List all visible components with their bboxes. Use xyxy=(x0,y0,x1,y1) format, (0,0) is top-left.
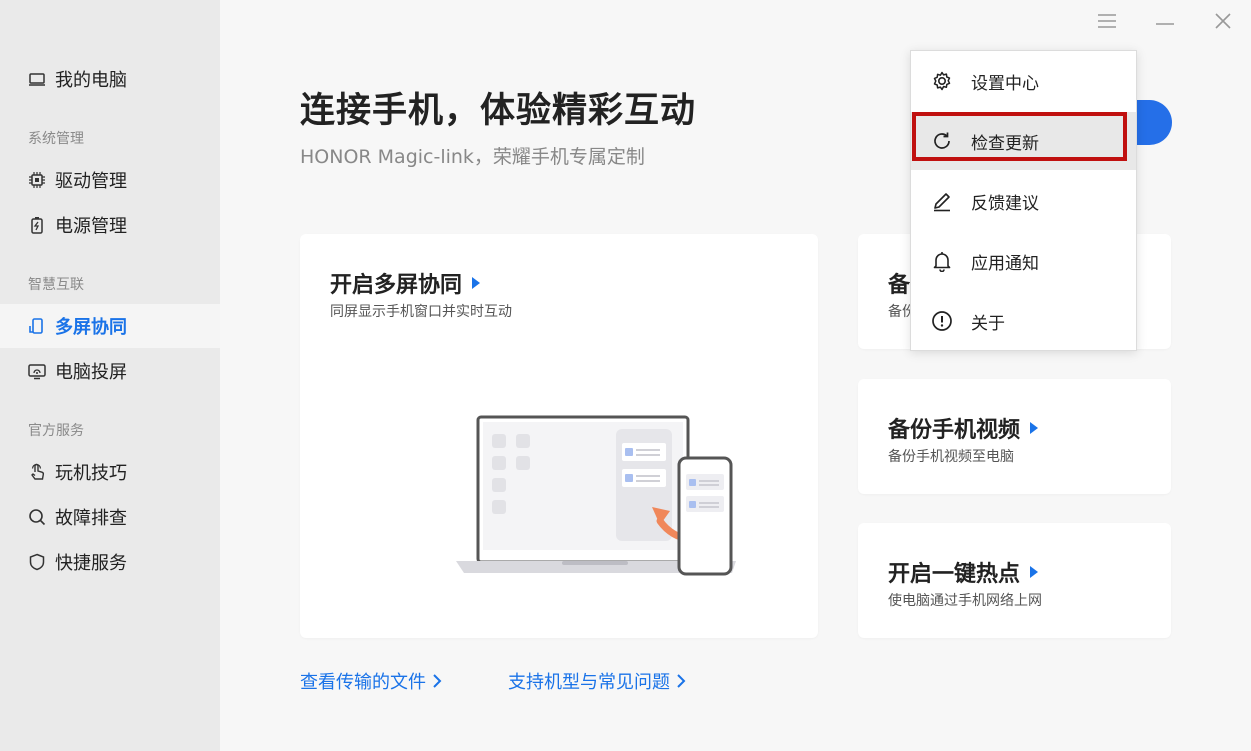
link-supported-models-faq[interactable]: 支持机型与常见问题 xyxy=(508,668,686,694)
card-description: 同屏显示手机窗口并实时互动 xyxy=(330,304,512,320)
search-icon xyxy=(28,508,46,526)
section-label-official: 官方服务 xyxy=(28,423,84,439)
multiscreen-icon xyxy=(28,317,46,335)
card-title: 备份手机视频 xyxy=(888,412,1039,444)
sidebar-item-label: 快捷服务 xyxy=(55,553,127,574)
sidebar-item-label: 多屏协同 xyxy=(55,317,127,338)
chip-icon xyxy=(28,171,46,189)
link-transferred-files[interactable]: 查看传输的文件 xyxy=(300,668,442,694)
battery-icon xyxy=(28,216,46,234)
section-label-smart: 智慧互联 xyxy=(28,277,84,293)
sidebar-item-label: 故障排查 xyxy=(55,508,127,529)
section-label-system: 系统管理 xyxy=(28,131,84,147)
play-arrow-icon xyxy=(1030,422,1039,434)
menu-item-feedback[interactable]: 反馈建议 xyxy=(911,172,1136,230)
sidebar-item-label: 玩机技巧 xyxy=(55,463,127,484)
chevron-right-icon xyxy=(433,674,442,688)
sidebar-item-quick-service[interactable]: 快捷服务 xyxy=(0,540,220,584)
card-multiscreen[interactable]: 开启多屏协同 同屏显示手机窗口并实时互动 xyxy=(300,234,818,638)
page-title: 连接手机，体验精彩互动 xyxy=(300,91,697,131)
cast-screen-icon xyxy=(28,362,46,380)
menu-item-label: 应用通知 xyxy=(971,253,1039,274)
sidebar-item-troubleshoot[interactable]: 故障排查 xyxy=(0,495,220,539)
hand-touch-icon xyxy=(28,463,46,481)
sidebar-item-label: 我的电脑 xyxy=(55,70,127,91)
menu-item-about[interactable]: 关于 xyxy=(911,292,1136,350)
menu-item-settings[interactable]: 设置中心 xyxy=(911,52,1136,110)
menu-item-label: 反馈建议 xyxy=(971,193,1039,214)
play-arrow-icon xyxy=(1030,566,1039,578)
hamburger-icon xyxy=(1098,14,1116,28)
info-icon xyxy=(931,310,953,332)
card-description: 使电脑通过手机网络上网 xyxy=(888,593,1042,609)
refresh-icon xyxy=(931,130,953,152)
card-description: 备份手机视频至电脑 xyxy=(888,449,1014,465)
sidebar: 我的电脑 系统管理 驱动管理 电源管理 智慧互联 多屏协同 电脑投屏 官方服务 … xyxy=(0,0,220,751)
gear-icon xyxy=(931,70,953,92)
menu-item-notifications[interactable]: 应用通知 xyxy=(911,232,1136,290)
sidebar-item-label: 电脑投屏 xyxy=(55,362,127,383)
pencil-icon xyxy=(931,190,953,212)
sidebar-item-tips[interactable]: 玩机技巧 xyxy=(0,450,220,494)
minimize-icon xyxy=(1156,23,1174,25)
bell-icon xyxy=(931,250,953,272)
minimize-button[interactable] xyxy=(1152,8,1178,34)
sidebar-item-power[interactable]: 电源管理 xyxy=(0,203,220,247)
menu-item-label: 检查更新 xyxy=(971,133,1039,154)
menu-item-check-update[interactable]: 检查更新 xyxy=(911,112,1136,170)
sidebar-item-label: 驱动管理 xyxy=(55,171,127,192)
multiscreen-illustration xyxy=(456,415,736,576)
card-hotspot[interactable]: 开启一键热点 使电脑通过手机网络上网 xyxy=(858,523,1171,638)
menu-item-label: 关于 xyxy=(971,313,1005,334)
laptop-icon xyxy=(28,70,46,88)
menu-item-label: 设置中心 xyxy=(971,73,1039,94)
chevron-right-icon xyxy=(677,674,686,688)
play-arrow-icon xyxy=(472,277,481,289)
close-button[interactable] xyxy=(1210,8,1236,34)
sidebar-item-label: 电源管理 xyxy=(55,216,127,237)
sidebar-item-projection[interactable]: 电脑投屏 xyxy=(0,349,220,393)
sidebar-item-multiscreen[interactable]: 多屏协同 xyxy=(0,304,220,348)
card-title: 开启多屏协同 xyxy=(330,267,481,299)
menu-button[interactable] xyxy=(1094,8,1120,34)
shield-icon xyxy=(28,553,46,571)
card-title: 备 xyxy=(888,273,911,298)
card-backup-video[interactable]: 备份手机视频 备份手机视频至电脑 xyxy=(858,379,1171,494)
settings-dropdown-menu: 设置中心 检查更新 反馈建议 应用通知 关于 xyxy=(910,50,1137,351)
card-title: 开启一键热点 xyxy=(888,556,1039,588)
page-subtitle: HONOR Magic-link，荣耀手机专属定制 xyxy=(300,146,645,168)
sidebar-item-driver[interactable]: 驱动管理 xyxy=(0,158,220,202)
close-icon xyxy=(1215,13,1231,29)
sidebar-item-my-pc[interactable]: 我的电脑 xyxy=(0,57,220,101)
